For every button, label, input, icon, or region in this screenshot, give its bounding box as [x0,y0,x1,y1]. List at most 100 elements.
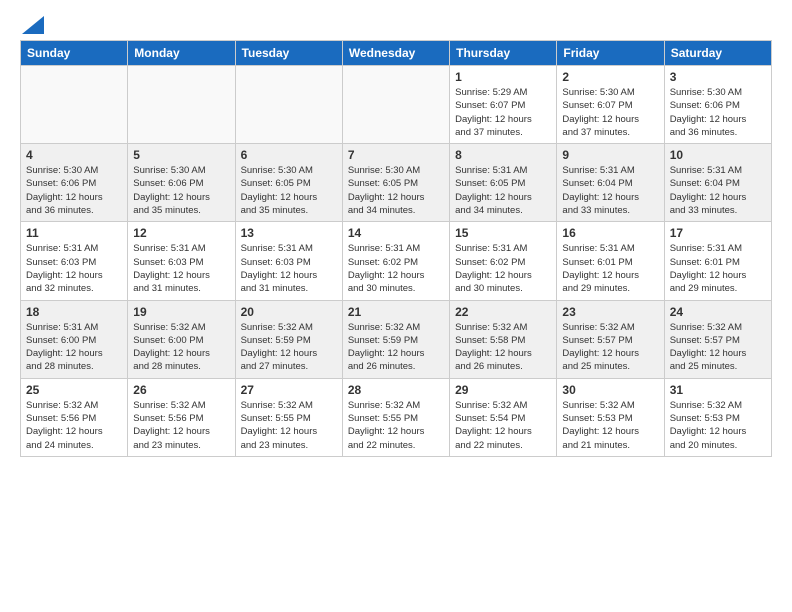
day-number: 21 [348,305,444,319]
calendar-day-cell: 15 Sunrise: 5:31 AM Sunset: 6:02 PM Dayli… [450,222,557,300]
day-info: Sunrise: 5:31 AM Sunset: 6:02 PM Dayligh… [455,242,551,295]
day-number: 19 [133,305,229,319]
day-info: Sunrise: 5:30 AM Sunset: 6:07 PM Dayligh… [562,86,658,139]
calendar-week-row: 4 Sunrise: 5:30 AM Sunset: 6:06 PM Daylig… [21,144,772,222]
day-info: Sunrise: 5:30 AM Sunset: 6:05 PM Dayligh… [348,164,444,217]
day-info: Sunrise: 5:30 AM Sunset: 6:05 PM Dayligh… [241,164,337,217]
day-number: 29 [455,383,551,397]
day-info: Sunrise: 5:32 AM Sunset: 5:55 PM Dayligh… [348,399,444,452]
day-info: Sunrise: 5:31 AM Sunset: 6:03 PM Dayligh… [26,242,122,295]
calendar-day-cell: 8 Sunrise: 5:31 AM Sunset: 6:05 PM Daylig… [450,144,557,222]
logo-icon [22,16,44,34]
day-info: Sunrise: 5:32 AM Sunset: 5:59 PM Dayligh… [348,321,444,374]
day-info: Sunrise: 5:32 AM Sunset: 6:00 PM Dayligh… [133,321,229,374]
day-info: Sunrise: 5:32 AM Sunset: 5:56 PM Dayligh… [133,399,229,452]
calendar-day-cell: 3Sunrise: 5:30 AM Sunset: 6:06 PM Daylig… [664,66,771,144]
calendar-day-cell: 4Sunrise: 5:30 AM Sunset: 6:06 PM Daylig… [21,144,128,222]
weekday-header: Sunday [21,41,128,66]
day-info: Sunrise: 5:32 AM Sunset: 5:58 PM Dayligh… [455,321,551,374]
day-info: Sunrise: 5:32 AM Sunset: 5:57 PM Dayligh… [670,321,766,374]
day-number: 24 [670,305,766,319]
day-info: Sunrise: 5:31 AM Sunset: 6:00 PM Dayligh… [26,321,122,374]
day-number: 18 [26,305,122,319]
calendar-day-cell: 13 Sunrise: 5:31 AM Sunset: 6:03 PM Dayli… [235,222,342,300]
calendar-day-cell: 16 Sunrise: 5:31 AM Sunset: 6:01 PM Dayli… [557,222,664,300]
calendar-day-cell: 30 Sunrise: 5:32 AM Sunset: 5:53 PM Dayli… [557,378,664,456]
day-info: Sunrise: 5:32 AM Sunset: 5:54 PM Dayligh… [455,399,551,452]
logo-text [20,16,46,34]
day-info: Sunrise: 5:29 AM Sunset: 6:07 PM Dayligh… [455,86,551,139]
day-number: 2 [562,70,658,84]
day-info: Sunrise: 5:31 AM Sunset: 6:02 PM Dayligh… [348,242,444,295]
calendar-day-cell: 31Sunrise: 5:32 AM Sunset: 5:53 PM Dayli… [664,378,771,456]
calendar-day-cell [128,66,235,144]
day-info: Sunrise: 5:30 AM Sunset: 6:06 PM Dayligh… [133,164,229,217]
weekday-header: Saturday [664,41,771,66]
day-number: 30 [562,383,658,397]
calendar-week-row: 11 Sunrise: 5:31 AM Sunset: 6:03 PM Dayli… [21,222,772,300]
calendar-day-cell: 11 Sunrise: 5:31 AM Sunset: 6:03 PM Dayli… [21,222,128,300]
day-info: Sunrise: 5:32 AM Sunset: 5:57 PM Dayligh… [562,321,658,374]
day-info: Sunrise: 5:32 AM Sunset: 5:56 PM Dayligh… [26,399,122,452]
weekday-header: Tuesday [235,41,342,66]
calendar-day-cell: 18 Sunrise: 5:31 AM Sunset: 6:00 PM Dayli… [21,300,128,378]
day-number: 9 [562,148,658,162]
calendar-day-cell: 17 Sunrise: 5:31 AM Sunset: 6:01 PM Dayli… [664,222,771,300]
day-number: 7 [348,148,444,162]
weekday-header: Wednesday [342,41,449,66]
day-number: 12 [133,226,229,240]
calendar-week-row: 18 Sunrise: 5:31 AM Sunset: 6:00 PM Dayli… [21,300,772,378]
day-info: Sunrise: 5:31 AM Sunset: 6:03 PM Dayligh… [241,242,337,295]
day-number: 1 [455,70,551,84]
calendar-day-cell [235,66,342,144]
calendar-day-cell: 25Sunrise: 5:32 AM Sunset: 5:56 PM Dayli… [21,378,128,456]
calendar-day-cell: 5Sunrise: 5:30 AM Sunset: 6:06 PM Daylig… [128,144,235,222]
calendar-day-cell: 28 Sunrise: 5:32 AM Sunset: 5:55 PM Dayli… [342,378,449,456]
calendar-day-cell: 22Sunrise: 5:32 AM Sunset: 5:58 PM Dayli… [450,300,557,378]
day-info: Sunrise: 5:32 AM Sunset: 5:59 PM Dayligh… [241,321,337,374]
day-number: 27 [241,383,337,397]
day-number: 13 [241,226,337,240]
calendar-day-cell: 12Sunrise: 5:31 AM Sunset: 6:03 PM Dayli… [128,222,235,300]
calendar-day-cell [342,66,449,144]
calendar-week-row: 1 Sunrise: 5:29 AM Sunset: 6:07 PM Daylig… [21,66,772,144]
day-info: Sunrise: 5:32 AM Sunset: 5:53 PM Dayligh… [670,399,766,452]
calendar-day-cell: 2 Sunrise: 5:30 AM Sunset: 6:07 PM Daylig… [557,66,664,144]
day-number: 11 [26,226,122,240]
calendar-header-row: SundayMondayTuesdayWednesdayThursdayFrid… [21,41,772,66]
day-info: Sunrise: 5:31 AM Sunset: 6:01 PM Dayligh… [670,242,766,295]
day-number: 17 [670,226,766,240]
calendar-day-cell: 10Sunrise: 5:31 AM Sunset: 6:04 PM Dayli… [664,144,771,222]
day-number: 8 [455,148,551,162]
calendar-day-cell: 29 Sunrise: 5:32 AM Sunset: 5:54 PM Dayli… [450,378,557,456]
day-info: Sunrise: 5:31 AM Sunset: 6:04 PM Dayligh… [562,164,658,217]
calendar-day-cell: 20 Sunrise: 5:32 AM Sunset: 5:59 PM Dayli… [235,300,342,378]
calendar-day-cell: 23 Sunrise: 5:32 AM Sunset: 5:57 PM Dayli… [557,300,664,378]
day-number: 4 [26,148,122,162]
day-number: 20 [241,305,337,319]
day-number: 3 [670,70,766,84]
weekday-header: Monday [128,41,235,66]
day-info: Sunrise: 5:32 AM Sunset: 5:53 PM Dayligh… [562,399,658,452]
day-number: 28 [348,383,444,397]
day-info: Sunrise: 5:31 AM Sunset: 6:01 PM Dayligh… [562,242,658,295]
day-number: 6 [241,148,337,162]
day-info: Sunrise: 5:32 AM Sunset: 5:55 PM Dayligh… [241,399,337,452]
calendar-day-cell: 19 Sunrise: 5:32 AM Sunset: 6:00 PM Dayli… [128,300,235,378]
calendar-day-cell: 27 Sunrise: 5:32 AM Sunset: 5:55 PM Dayli… [235,378,342,456]
day-info: Sunrise: 5:31 AM Sunset: 6:05 PM Dayligh… [455,164,551,217]
page-header [20,16,772,30]
calendar-day-cell: 26Sunrise: 5:32 AM Sunset: 5:56 PM Dayli… [128,378,235,456]
calendar-week-row: 25Sunrise: 5:32 AM Sunset: 5:56 PM Dayli… [21,378,772,456]
page-container: SundayMondayTuesdayWednesdayThursdayFrid… [0,0,792,473]
weekday-header: Friday [557,41,664,66]
calendar-day-cell: 9 Sunrise: 5:31 AM Sunset: 6:04 PM Daylig… [557,144,664,222]
calendar-day-cell: 21 Sunrise: 5:32 AM Sunset: 5:59 PM Dayli… [342,300,449,378]
calendar-day-cell: 7 Sunrise: 5:30 AM Sunset: 6:05 PM Daylig… [342,144,449,222]
day-number: 14 [348,226,444,240]
logo [20,16,46,30]
day-number: 23 [562,305,658,319]
day-number: 16 [562,226,658,240]
weekday-header: Thursday [450,41,557,66]
day-number: 15 [455,226,551,240]
